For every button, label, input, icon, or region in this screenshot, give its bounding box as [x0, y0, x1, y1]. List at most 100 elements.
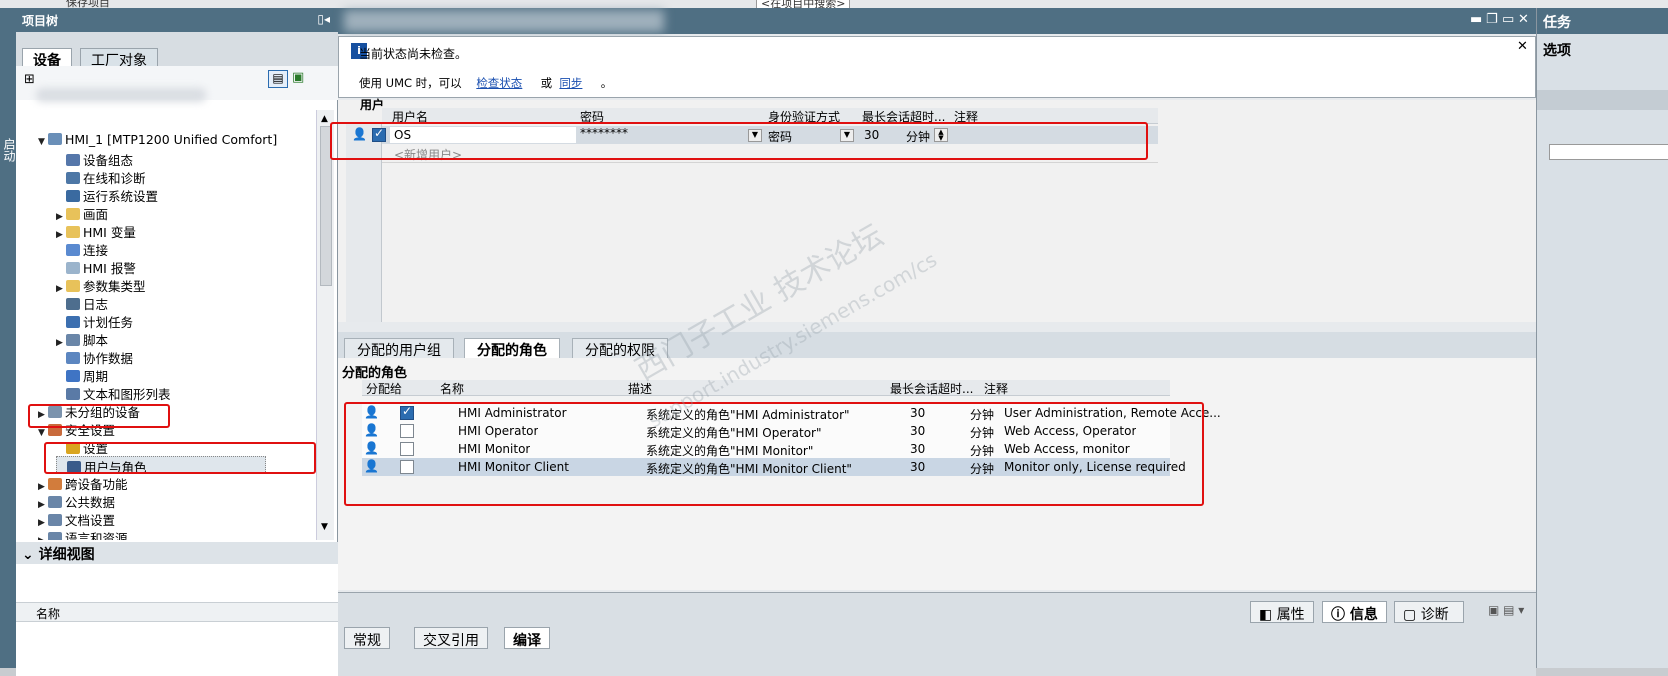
info-end-mark: 。 [600, 76, 613, 90]
collapse-icon[interactable]: ▼ [38, 137, 48, 147]
col-assign[interactable]: 分配给 [366, 380, 402, 396]
tree-item[interactable]: 连接 [56, 240, 108, 258]
task-card-pane: 任务 选项 [1536, 8, 1668, 668]
tree-item[interactable]: 在线和诊断 [56, 168, 146, 186]
tree-item-label: 日志 [83, 297, 109, 312]
right-input[interactable] [1549, 144, 1668, 160]
tree-item-label: 文档设置 [65, 513, 116, 528]
cross-device-icon [48, 478, 62, 490]
tree-item[interactable]: 日志 [56, 294, 108, 312]
tree-item[interactable]: 设备组态 [56, 150, 133, 168]
expand-icon[interactable]: ▶ [38, 500, 48, 510]
highlight-users-roles [44, 442, 316, 474]
tree-item-label: 运行系统设置 [83, 189, 159, 204]
tree-item[interactable]: 计划任务 [56, 312, 133, 330]
tree-item-label: HMI 变量 [83, 225, 136, 240]
tree-item-label: 跨设备功能 [65, 477, 128, 492]
tree-scrollbar[interactable]: ▲ ▼ [316, 110, 334, 540]
col-role-comment[interactable]: 注释 [984, 380, 1008, 396]
expand-icon[interactable]: ▶ [56, 230, 66, 240]
inspector-tab-diagnostics[interactable]: ▢ 诊断 [1394, 601, 1464, 623]
tree-item[interactable]: ▶ 脚本 [56, 330, 108, 348]
col-role-timeout[interactable]: 最长会话超时... [890, 380, 973, 396]
tree-item-label: HMI 报警 [83, 261, 136, 276]
tree-item[interactable]: ▶ HMI 变量 [56, 222, 136, 240]
cycles-icon [66, 370, 80, 382]
blurred-breadcrumb [344, 10, 664, 32]
float-icon[interactable]: ▭ [1502, 12, 1514, 27]
show-icon[interactable]: ▣ [292, 70, 304, 85]
tree-item[interactable]: ▶ 画面 [56, 204, 108, 222]
tree-item[interactable]: 文本和图形列表 [56, 384, 171, 402]
tree-item[interactable]: ▶ 语言和资源 [38, 528, 128, 540]
tree-item-label: 画面 [83, 207, 109, 222]
project-tree-title: 项目树 [22, 14, 59, 28]
inspector-window: ◧ 属性 ⓘ 信息 ▢ 诊断 ▣ ▤ ▾ 常规 交叉引用 编译 [338, 592, 1536, 676]
right-section-header[interactable] [1537, 90, 1668, 110]
tree-item-label: 语言和资源 [65, 531, 128, 540]
tree-item[interactable]: 周期 [56, 366, 108, 384]
expand-icon[interactable]: ▶ [38, 536, 48, 540]
tab-assigned-roles[interactable]: 分配的角色 [464, 338, 560, 359]
tree-item-label: 脚本 [83, 333, 109, 348]
tree-item[interactable]: 协作数据 [56, 348, 133, 366]
tab-plant-objects[interactable]: 工厂对象 [80, 48, 158, 69]
editor-area: ▬ ❐ ▭ ✕ i 当前状态尚未检查。 使用 UMC 时，可以 检查状态 或 同… [330, 8, 1536, 676]
col-role-name[interactable]: 名称 [440, 380, 464, 396]
inspector-tab-properties[interactable]: ◧ 属性 [1250, 601, 1314, 623]
task-title: 任务 [1537, 8, 1668, 34]
tab-general[interactable]: 常规 [344, 627, 390, 649]
tab-compile[interactable]: 编译 [504, 627, 550, 649]
check-status-link[interactable]: 检查状态 [476, 76, 522, 90]
chevron-down-icon: ⌄ [22, 547, 39, 563]
project-tree-pane: 项目树 ▯◂ 设备 工厂对象 ⊞ ▤ ▣ ▼ HMI_1 [MTP1200 Uni… [16, 8, 338, 676]
connections-icon [66, 244, 80, 256]
save-project-button[interactable]: 保存项目 [66, 0, 110, 8]
collapse-icon[interactable]: ▼ [38, 428, 48, 438]
tree-item-label: 协作数据 [83, 351, 134, 366]
tree-item[interactable]: ▶ 公共数据 [38, 492, 115, 510]
expand-icon[interactable]: ▶ [56, 212, 66, 222]
tree-item[interactable]: ▶ 参数集类型 [56, 276, 146, 294]
tree-item[interactable]: HMI 报警 [56, 258, 136, 276]
highlight-security-settings [28, 404, 170, 428]
inspector-tab-info[interactable]: ⓘ 信息 [1322, 601, 1387, 623]
minimize-icon[interactable]: ▬ [1470, 12, 1482, 27]
tree-item[interactable]: ▶ 文档设置 [38, 510, 115, 528]
info-or-text: 或 [540, 76, 553, 90]
expand-icon[interactable]: ▶ [56, 338, 66, 348]
restore-icon[interactable]: ❐ [1486, 12, 1498, 27]
diagnostics-label: 诊断 [1420, 607, 1449, 623]
close-icon[interactable]: ✕ [1518, 12, 1529, 27]
overview-icon[interactable]: ▤ [268, 70, 288, 88]
tree-item[interactable]: ▶ 跨设备功能 [38, 474, 128, 492]
tree-item-label: 文本和图形列表 [83, 387, 171, 402]
tree-item-label: 设备组态 [83, 153, 134, 168]
left-side-strip: 启动 [0, 8, 16, 668]
tree-toolbar: ⊞ ▤ ▣ [16, 66, 338, 102]
info-umc-prefix: 使用 UMC 时，可以 [359, 76, 462, 90]
screens-folder-icon [66, 208, 80, 220]
inspector-window-icons[interactable]: ▣ ▤ ▾ [1488, 603, 1524, 617]
tree-item-label: HMI_1 [MTP1200 Unified Comfort] [65, 132, 278, 147]
detail-view-header[interactable]: ⌄ 详细视图 [16, 542, 338, 564]
expand-icon[interactable]: ▶ [38, 518, 48, 528]
search-input[interactable]: <在项目中搜索> [756, 0, 851, 8]
info-banner: i 当前状态尚未检查。 使用 UMC 时，可以 检查状态 或 同步 。 ✕ [338, 36, 1536, 98]
detail-view: 名称 [16, 564, 338, 676]
tab-cross-reference[interactable]: 交叉引用 [414, 627, 488, 649]
tab-assigned-groups[interactable]: 分配的用户组 [344, 338, 454, 359]
tree-item[interactable]: ▼ HMI_1 [MTP1200 Unified Comfort] [38, 132, 277, 150]
tree-options-icon[interactable]: ⊞ [24, 72, 35, 87]
sync-link[interactable]: 同步 [559, 76, 582, 90]
close-banner-icon[interactable]: ✕ [1517, 39, 1528, 54]
hmi-alarms-icon [66, 262, 80, 274]
tab-devices[interactable]: 设备 [22, 48, 72, 69]
tree-item[interactable]: 运行系统设置 [56, 186, 158, 204]
expand-icon[interactable]: ▶ [56, 284, 66, 294]
users-table: 用户 用户名 密码 身份验证方式 最长会话超时... 注释 👤 OS *****… [330, 98, 1536, 322]
tree-item-label: 参数集类型 [83, 279, 146, 294]
pin-icon[interactable]: ▯◂ [317, 12, 330, 26]
expand-icon[interactable]: ▶ [38, 482, 48, 492]
blurred-region [36, 88, 206, 102]
